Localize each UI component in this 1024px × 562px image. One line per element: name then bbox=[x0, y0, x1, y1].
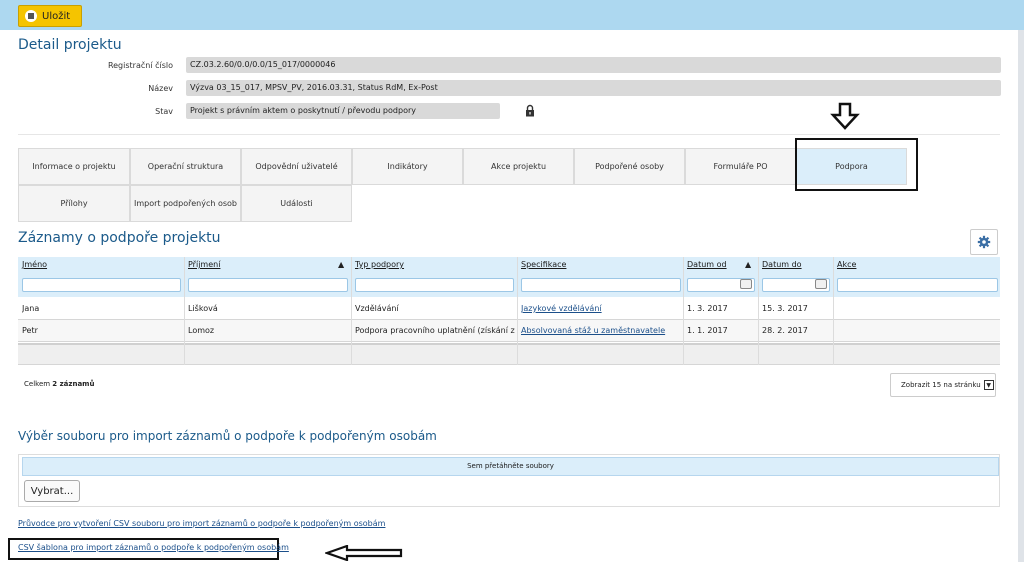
cell-last-name: Lišková bbox=[188, 304, 218, 313]
col-header-specification[interactable]: Specifikace bbox=[521, 257, 566, 273]
cell-first-name: Jana bbox=[22, 304, 40, 313]
column-separator bbox=[758, 257, 759, 365]
filter-last-name-input[interactable] bbox=[188, 278, 348, 292]
cell-date-from: 1. 3. 2017 bbox=[687, 304, 728, 313]
column-separator bbox=[683, 257, 684, 365]
state-label: Stav bbox=[155, 107, 173, 116]
grid-settings-button[interactable] bbox=[970, 229, 998, 255]
floppy-icon bbox=[25, 10, 37, 22]
tab-supported-persons[interactable]: Podpořené osoby bbox=[574, 148, 685, 185]
arrow-down-icon bbox=[830, 102, 860, 130]
scrollbar[interactable] bbox=[1018, 30, 1024, 562]
cell-date-to: 15. 3. 2017 bbox=[762, 304, 808, 313]
cell-date-from: 1. 1. 2017 bbox=[687, 326, 728, 335]
toolbar bbox=[0, 0, 1024, 30]
cell-specification-link[interactable]: Jazykové vzdělávání bbox=[521, 298, 681, 320]
calendar-icon[interactable] bbox=[740, 279, 752, 289]
col-header-support-type[interactable]: Typ podpory bbox=[355, 257, 404, 273]
tab-project-actions[interactable]: Akce projektu bbox=[463, 148, 574, 185]
import-title: Výběr souboru pro import záznamů o podpo… bbox=[18, 429, 437, 443]
choose-file-button[interactable]: Vybrat... bbox=[24, 480, 80, 502]
tab-attachments[interactable]: Přílohy bbox=[18, 185, 130, 222]
records-total: Celkem 2 záznamů bbox=[24, 380, 94, 388]
highlight-box-support-tab bbox=[795, 138, 918, 191]
gear-icon bbox=[977, 235, 991, 249]
csv-template-link[interactable]: CSV šablona pro import záznamů o podpoře… bbox=[18, 543, 289, 552]
cell-date-to: 28. 2. 2017 bbox=[762, 326, 808, 335]
sort-asc-icon: ▲ bbox=[338, 260, 345, 269]
col-header-actions: Akce bbox=[837, 260, 857, 269]
arrow-left-icon bbox=[325, 545, 403, 561]
page-size-select[interactable]: Zobrazit 15 na stránku ▼ bbox=[890, 373, 996, 397]
col-header-last-name[interactable]: Příjmení bbox=[188, 257, 220, 273]
grid-footer-row bbox=[18, 343, 1000, 365]
column-separator bbox=[517, 257, 518, 365]
filter-support-type-input[interactable] bbox=[355, 278, 514, 292]
lock-icon bbox=[526, 104, 534, 117]
col-header-date-to[interactable]: Datum do bbox=[762, 257, 802, 273]
records-title: Záznamy o podpoře projektu bbox=[18, 230, 221, 246]
page-title: Detail projektu bbox=[18, 37, 122, 53]
tab-operational-structure[interactable]: Operační struktura bbox=[130, 148, 241, 185]
tab-import-supported-persons[interactable]: Import podpořených osob bbox=[130, 185, 241, 222]
calendar-icon[interactable] bbox=[815, 279, 827, 289]
reg-number-label: Registrační číslo bbox=[107, 61, 173, 70]
records-total-prefix: Celkem bbox=[24, 380, 53, 388]
tab-responsible-users[interactable]: Odpovědní uživatelé bbox=[241, 148, 352, 185]
state-value: Projekt s právním aktem o poskytnutí / p… bbox=[186, 103, 500, 119]
cell-support-type: Podpora pracovního uplatnění (získání za… bbox=[355, 326, 515, 335]
col-header-first-name[interactable]: Jméno bbox=[22, 257, 47, 273]
sort-asc-icon: ▲ bbox=[745, 260, 752, 269]
cell-support-type: Vzdělávání bbox=[355, 304, 399, 313]
project-name-label: Název bbox=[148, 84, 173, 93]
tab-indicators[interactable]: Indikátory bbox=[352, 148, 463, 185]
csv-guide-link[interactable]: Průvodce pro vytvoření CSV souboru pro i… bbox=[18, 519, 385, 528]
column-separator bbox=[351, 257, 352, 365]
cell-first-name: Petr bbox=[22, 326, 38, 335]
reg-number-value: CZ.03.2.60/0.0/0.0/15_017/0000046 bbox=[186, 57, 1001, 73]
divider bbox=[18, 134, 1000, 135]
save-button[interactable]: Uložit bbox=[18, 5, 82, 27]
col-header-date-from[interactable]: Datum od bbox=[687, 257, 727, 273]
file-drop-zone[interactable]: Sem přetáhněte soubory bbox=[22, 457, 999, 476]
chevron-down-icon: ▼ bbox=[983, 380, 994, 390]
cell-specification-link[interactable]: Absolvovaná stáž u zaměstnavatele bbox=[521, 320, 681, 342]
page-size-label: Zobrazit 15 na stránku bbox=[901, 381, 981, 389]
cell-last-name: Lomoz bbox=[188, 326, 215, 335]
column-separator bbox=[833, 257, 834, 365]
records-total-count: 2 záznamů bbox=[52, 380, 95, 388]
filter-first-name-input[interactable] bbox=[22, 278, 181, 292]
tab-project-info[interactable]: Informace o projektu bbox=[18, 148, 130, 185]
tab-po-forms[interactable]: Formuláře PO bbox=[685, 148, 796, 185]
filter-actions-input[interactable] bbox=[837, 278, 998, 292]
filter-specification-input[interactable] bbox=[521, 278, 681, 292]
save-button-label: Uložit bbox=[42, 10, 71, 22]
project-name-value: Výzva 03_15_017, MPSV_PV, 2016.03.31, St… bbox=[186, 80, 1001, 96]
column-separator bbox=[184, 257, 185, 365]
tab-events[interactable]: Události bbox=[241, 185, 352, 222]
